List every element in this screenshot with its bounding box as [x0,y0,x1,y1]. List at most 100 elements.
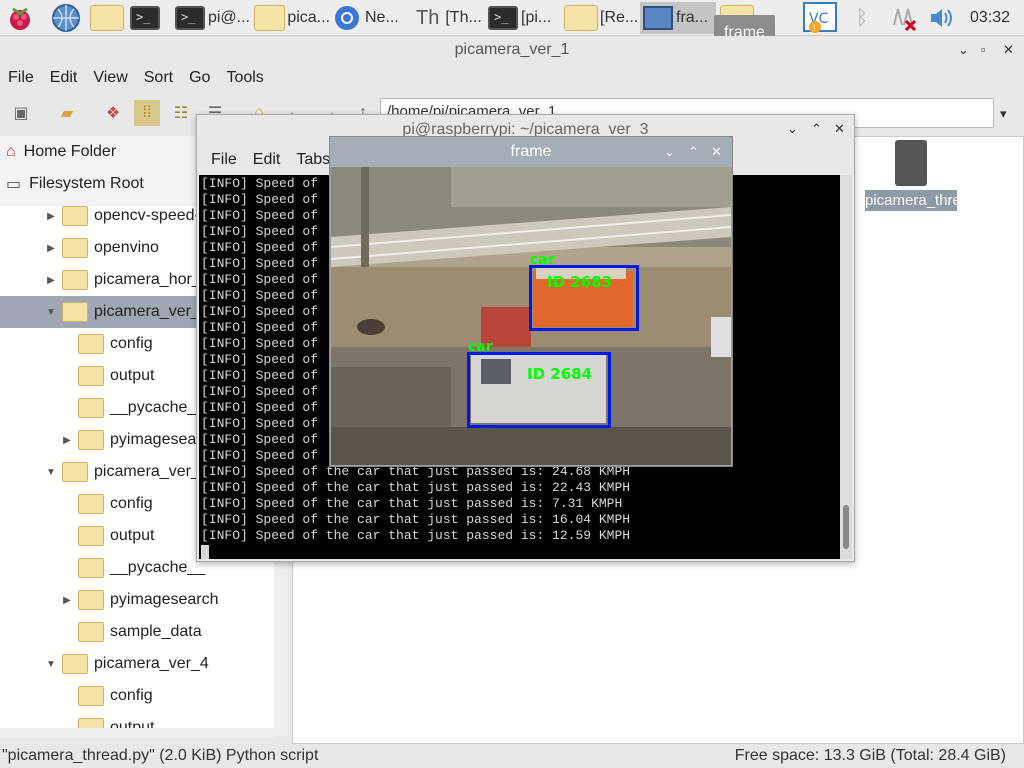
tree-label: __pycache__ [110,399,206,416]
task-file-manager[interactable]: pica... [252,2,330,34]
collapse-arrow-icon[interactable]: ▼ [44,659,58,670]
thumbnail-view-icon[interactable]: ⁞⁞ [134,100,160,126]
browser-icon[interactable] [50,2,82,34]
file-item[interactable]: picamera_thread.py [864,140,998,238]
tree-item[interactable]: sample_data [0,616,274,648]
tree-item[interactable]: config [0,680,274,712]
menu-view[interactable]: View [85,66,135,92]
folder-icon [62,238,88,258]
task-terminal-1[interactable]: >_ pi@... [172,2,250,34]
folder-icon [78,334,104,354]
scroll-thumb[interactable] [843,505,849,549]
tree-horizontal-scrollbar[interactable] [0,728,274,738]
expand-arrow-icon[interactable]: ▶ [60,595,74,606]
icon-view-icon[interactable]: ❖ [100,100,126,126]
tree-label: output [110,527,155,544]
clock[interactable]: 03:32 [970,2,1010,34]
terminal-cursor [201,544,209,559]
bluetooth-icon[interactable]: ᛒ [856,2,868,34]
close-icon[interactable]: ✕ [711,144,722,160]
folder-icon [78,622,104,642]
maximize-icon[interactable]: ⌃ [811,121,822,137]
expand-arrow-icon[interactable]: ▶ [44,211,58,222]
folder-icon [78,526,104,546]
task-thonny[interactable]: Th [Th... [410,2,482,34]
file-manager-launcher-icon[interactable] [88,2,126,34]
terminal-line: [INFO] Speed of the car that just passed… [201,496,623,511]
raspberry-menu-icon[interactable] [4,2,36,34]
file-manager-title: picamera_ver_1 [0,36,1024,64]
tree-label: pyimagesearch [110,591,219,608]
tree-item[interactable]: ▶ pyimagesearch [0,584,274,616]
tree-label: picamera_hor_ [94,271,201,288]
expand-arrow-icon[interactable]: ▶ [60,435,74,446]
status-bar: "picamera_thread.py" (2.0 KiB) Python sc… [0,744,1024,768]
folder-icon [78,686,104,706]
place-label: Filesystem Root [29,175,144,192]
place-label: Home Folder [23,143,117,160]
close-icon[interactable]: ✕ [1003,42,1014,58]
collapse-arrow-icon[interactable]: ▼ [44,467,58,478]
task-frame[interactable]: fra... [640,2,716,34]
task-chromium[interactable]: Ne... [333,2,405,34]
folder-icon [78,430,104,450]
menu-edit[interactable]: Edit [245,149,289,171]
tree-label: output [110,367,155,384]
task-label: [pi... [521,9,552,26]
task-terminal-2[interactable]: >_ [pi... [485,2,557,34]
menu-tools[interactable]: Tools [218,66,271,92]
file-manager-menubar: File Edit View Sort Go Tools [0,66,272,92]
menu-edit[interactable]: Edit [42,66,86,92]
collapse-arrow-icon[interactable]: ▼ [44,307,58,318]
maximize-icon[interactable]: ▫ [981,42,986,57]
task-label: [Re... [600,9,639,26]
text-file-icon [895,140,927,186]
task-label: pica... [287,9,330,26]
frame-window[interactable]: frame ⌄ ⌃ ✕ car ID 2683 car ID 2684 [329,136,733,467]
file-name: picamera_thread.py [865,190,998,211]
task-label: Ne... [365,9,399,26]
tree-label: __pycache__ [110,559,206,576]
folder-icon [62,206,88,226]
tree-item[interactable]: ▼ picamera_ver_4 [0,648,274,680]
volume-icon[interactable] [928,2,956,34]
tree-label: openvino [94,239,159,256]
detection-id-label: ID 2684 [527,365,593,383]
menu-sort[interactable]: Sort [136,66,181,92]
tree-label: opencv-speed- [94,207,200,224]
detection-id-label: ID 2683 [547,273,613,291]
tree-label: config [110,687,153,704]
folder-icon [62,302,88,322]
tree-label: sample_data [110,623,202,640]
network-disconnected-icon[interactable] [888,2,918,34]
home-icon: ⌂ [6,143,16,160]
vnc-icon[interactable]: VC! [802,2,840,34]
terminal-line: [INFO] Speed of the car that just passed… [201,480,631,495]
task-folder[interactable]: [Re... [562,2,640,34]
path-dropdown-icon[interactable]: ▾ [1000,106,1007,122]
terminal-scrollbar[interactable] [840,175,852,559]
taskbar: >_ >_ pi@... pica... Ne... Th [Th... >_ [pi… [0,0,1024,36]
expand-arrow-icon[interactable]: ▶ [44,275,58,286]
menu-file[interactable]: File [0,66,42,92]
terminal-line: [INFO] Speed of the car that just passed… [201,528,631,543]
new-window-icon[interactable]: ▣ [8,100,34,126]
status-free-space: Free space: 13.3 GiB (Total: 28.4 GiB) [734,747,1006,764]
maximize-icon[interactable]: ⌃ [688,144,699,160]
terminal-launcher-icon[interactable]: >_ [127,2,163,34]
tree-label: picamera_ver_3 [94,463,209,480]
folder-icon [78,494,104,514]
compact-view-icon[interactable]: ☷ [168,100,194,126]
minimize-icon[interactable]: ⌄ [958,42,969,58]
minimize-icon[interactable]: ⌄ [787,121,798,137]
expand-arrow-icon[interactable]: ▶ [44,243,58,254]
detection-class-label: car [530,252,555,268]
svg-text:!: ! [813,23,816,33]
close-icon[interactable]: ✕ [834,121,845,137]
task-label: fra... [676,9,709,26]
menu-file[interactable]: File [203,149,245,171]
new-folder-icon[interactable]: ▰ [54,100,80,126]
folder-icon [78,398,104,418]
minimize-icon[interactable]: ⌄ [664,144,675,160]
menu-go[interactable]: Go [181,66,218,92]
